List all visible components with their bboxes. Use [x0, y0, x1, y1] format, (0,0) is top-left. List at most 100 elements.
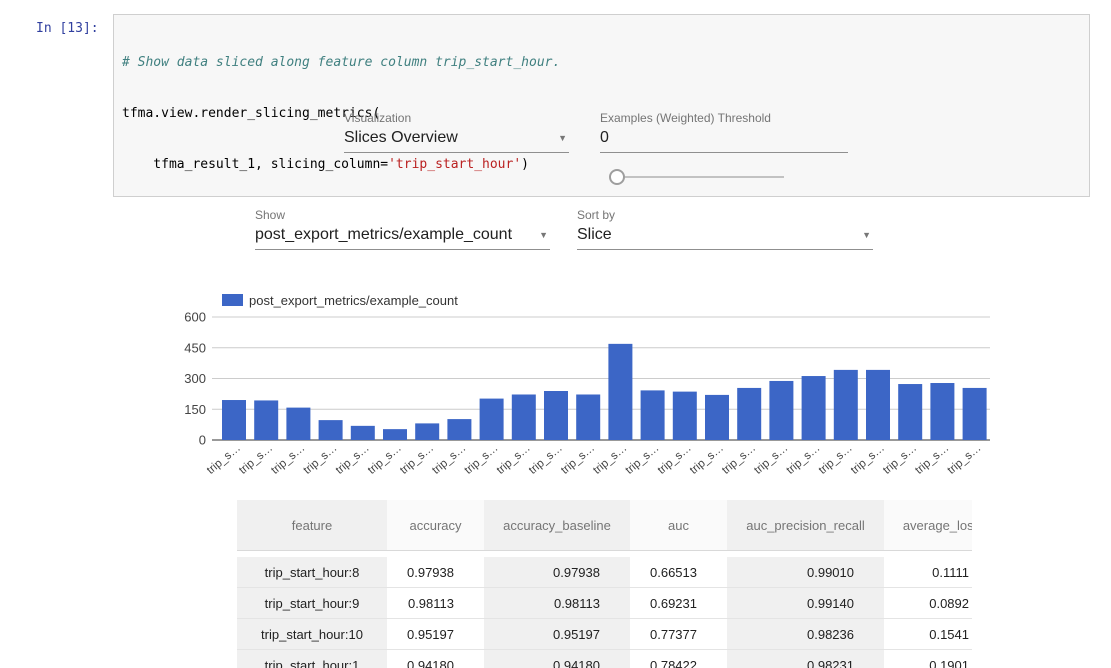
bar[interactable] [415, 423, 439, 440]
x-axis-tick-label: trip_s… [591, 442, 629, 477]
column-header-accuracy-baseline: accuracy_baseline [484, 500, 630, 551]
bar[interactable] [383, 429, 407, 440]
x-axis-tick-label: trip_s… [817, 442, 855, 477]
x-axis-tick-label: trip_s… [720, 442, 758, 477]
code-line-3: tfma_result_1, slicing_column='trip_star… [122, 156, 1074, 173]
x-axis-tick-label: trip_s… [688, 442, 726, 477]
threshold-field[interactable]: Examples (Weighted) Threshold 0 [600, 111, 848, 153]
column-header-auc: auc [630, 500, 727, 551]
visualization-dropdown[interactable]: Visualization Slices Overview ▼ [344, 111, 569, 153]
bar[interactable] [480, 399, 504, 440]
x-axis-tick-label: trip_s… [881, 442, 919, 477]
bar[interactable] [673, 392, 697, 440]
bar[interactable] [769, 381, 793, 440]
bar[interactable] [447, 419, 471, 440]
bar[interactable] [512, 394, 536, 440]
threshold-value: 0 [600, 129, 848, 153]
x-axis-tick-label: trip_s… [656, 442, 694, 477]
bar[interactable] [351, 426, 375, 440]
bar[interactable] [641, 390, 665, 440]
code-line-comment: # Show data sliced along feature column … [122, 54, 1074, 71]
x-axis-tick-label: trip_s… [462, 442, 500, 477]
chart-x-axis-labels: trip_s…trip_s…trip_s…trip_s…trip_s…trip_… [205, 442, 984, 477]
x-axis-tick-label: trip_s… [398, 442, 436, 477]
table-row: trip_start_hour:10.941800.941800.784220.… [237, 650, 972, 668]
column-header-accuracy: accuracy [387, 500, 484, 551]
x-axis-tick-label: trip_s… [495, 442, 533, 477]
metric-cell: 0.98231 [727, 650, 884, 668]
metric-cell: 0.99010 [727, 557, 884, 588]
legend-swatch-icon [222, 294, 243, 306]
sort-by-dropdown[interactable]: Sort by Slice ▼ [577, 208, 873, 250]
metric-cell: 0.95197 [387, 619, 484, 650]
bar[interactable] [737, 388, 761, 440]
table-header-row: feature accuracy accuracy_baseline auc a… [237, 500, 972, 551]
metric-cell: 0.98113 [484, 588, 630, 619]
cell-input-prompt: In [13]: [36, 20, 99, 37]
x-axis-tick-label: trip_s… [784, 442, 822, 477]
threshold-slider-handle[interactable] [609, 169, 625, 185]
bar[interactable] [834, 370, 858, 440]
x-axis-tick-label: trip_s… [945, 442, 983, 477]
bar[interactable] [705, 395, 729, 440]
table-row: trip_start_hour:90.981130.981130.692310.… [237, 588, 972, 619]
bar[interactable] [963, 388, 987, 440]
table-row: trip_start_hour:80.979380.979380.665130.… [237, 557, 972, 588]
threshold-slider-track[interactable] [616, 176, 784, 178]
column-header-average-loss: average_loss [884, 500, 972, 551]
metrics-table-container[interactable]: feature accuracy accuracy_baseline auc a… [237, 500, 972, 668]
metric-cell: 0.97938 [484, 557, 630, 588]
metric-cell: 0.94180 [387, 650, 484, 668]
metric-cell: 0.95197 [484, 619, 630, 650]
metric-cell: 0.78422 [630, 650, 727, 668]
y-axis-tick-label: 600 [184, 310, 206, 325]
bar[interactable] [608, 344, 632, 440]
x-axis-tick-label: trip_s… [559, 442, 597, 477]
x-axis-tick-label: trip_s… [366, 442, 404, 477]
x-axis-tick-label: trip_s… [430, 442, 468, 477]
threshold-label: Examples (Weighted) Threshold [600, 111, 848, 126]
dropdown-arrow-icon: ▼ [539, 230, 548, 240]
x-axis-tick-label: trip_s… [269, 442, 307, 477]
dropdown-arrow-icon: ▼ [862, 230, 871, 240]
show-metric-dropdown[interactable]: Show post_export_metrics/example_count ▼ [255, 208, 550, 250]
code-cell[interactable]: # Show data sliced along feature column … [113, 14, 1090, 197]
chart-y-axis-labels: 0150300450600 [184, 310, 206, 448]
bar[interactable] [222, 400, 246, 440]
bar[interactable] [319, 420, 343, 440]
code-line-2: tfma.view.render_slicing_metrics( [122, 105, 1074, 122]
metric-cell: 0.0892 [884, 588, 972, 619]
bar[interactable] [254, 400, 278, 440]
legend-label: post_export_metrics/example_count [249, 293, 458, 308]
x-axis-tick-label: trip_s… [334, 442, 372, 477]
feature-cell: trip_start_hour:1 [237, 650, 387, 668]
metric-cell: 0.1111 [884, 557, 972, 588]
dropdown-arrow-icon: ▼ [558, 133, 567, 143]
metric-cell: 0.97938 [387, 557, 484, 588]
table-row: trip_start_hour:100.951970.951970.773770… [237, 619, 972, 650]
x-axis-tick-label: trip_s… [527, 442, 565, 477]
visualization-label: Visualization [344, 111, 569, 126]
feature-cell: trip_start_hour:8 [237, 557, 387, 588]
feature-cell: trip_start_hour:9 [237, 588, 387, 619]
metrics-table-body: trip_start_hour:80.979380.979380.665130.… [237, 557, 972, 668]
bar[interactable] [898, 384, 922, 440]
metric-cell: 0.99140 [727, 588, 884, 619]
bar[interactable] [576, 394, 600, 440]
y-axis-tick-label: 0 [199, 433, 206, 448]
metric-cell: 0.94180 [484, 650, 630, 668]
visualization-value: Slices Overview ▼ [344, 129, 569, 153]
show-value: post_export_metrics/example_count ▼ [255, 226, 550, 250]
metric-cell: 0.98113 [387, 588, 484, 619]
chart-bars [222, 344, 987, 440]
bar[interactable] [544, 391, 568, 440]
column-header-auc-precision-recall: auc_precision_recall [727, 500, 884, 551]
x-axis-tick-label: trip_s… [205, 442, 243, 477]
bar[interactable] [930, 383, 954, 440]
bar[interactable] [286, 408, 310, 440]
x-axis-tick-label: trip_s… [913, 442, 951, 477]
show-label: Show [255, 208, 550, 223]
bar[interactable] [802, 376, 826, 440]
bar[interactable] [866, 370, 890, 440]
chart-legend: post_export_metrics/example_count [222, 293, 458, 308]
